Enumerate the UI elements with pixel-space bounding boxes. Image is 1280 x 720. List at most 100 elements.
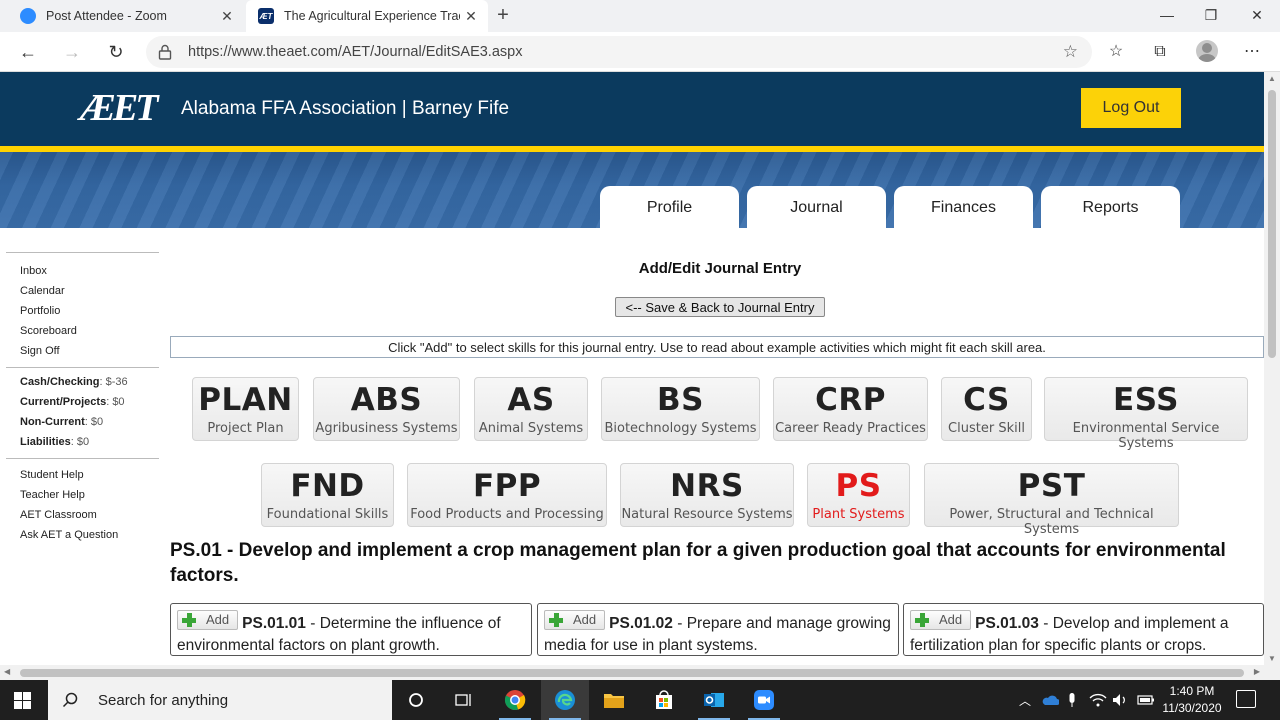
page-viewport: ÆET Alabama FFA Association | Barney Fif… (0, 72, 1264, 665)
scroll-right-icon[interactable]: ▶ (1254, 667, 1260, 676)
tab-title: The Agricultural Experience Track (284, 9, 460, 23)
skill-card: Add PS.01.02 - Prepare and manage growing… (537, 603, 899, 656)
sidebar-item-portfolio[interactable]: Portfolio (6, 301, 159, 321)
category-code: AS (507, 382, 555, 418)
aet-logo[interactable]: ÆET (80, 88, 158, 128)
category-name: Plant Systems (812, 507, 905, 522)
scroll-thumb[interactable] (1268, 90, 1276, 358)
browser-tab-zoom[interactable]: Post Attendee - Zoom ✕ (8, 0, 244, 32)
back-button[interactable]: ← (14, 38, 42, 66)
tab-reports[interactable]: Reports (1041, 186, 1180, 230)
finance-cash: Cash/Checking: $-36 (6, 372, 159, 392)
category-code: FPP (472, 468, 542, 504)
vertical-scrollbar[interactable]: ▲ ▼ (1264, 72, 1280, 665)
browser-tab-strip: Post Attendee - Zoom ✕ ÆT The Agricultur… (0, 0, 1280, 32)
add-button[interactable]: Add (177, 610, 239, 630)
category-code: ABS (350, 382, 423, 418)
cortana-icon[interactable] (392, 680, 440, 720)
collections-icon[interactable]: ⧉ (1148, 40, 1172, 64)
windows-start-icon[interactable] (14, 692, 31, 709)
chevron-up-icon[interactable]: ︿ (1016, 680, 1034, 720)
search-placeholder: Search for anything (98, 691, 229, 709)
sidebar-item-student-help[interactable]: Student Help (6, 465, 159, 485)
divider (6, 367, 159, 368)
tab-journal[interactable]: Journal (747, 186, 886, 230)
close-icon[interactable]: ✕ (216, 8, 238, 25)
add-button[interactable]: Add (544, 610, 606, 630)
file-explorer-icon[interactable] (590, 680, 638, 720)
category-abs[interactable]: ABS Agribusiness Systems (313, 377, 460, 441)
volume-icon[interactable] (1112, 680, 1130, 720)
category-code: FND (290, 468, 365, 504)
notification-icon[interactable] (1236, 690, 1256, 708)
scroll-thumb[interactable] (20, 669, 1244, 677)
divider (6, 458, 159, 459)
horizontal-scrollbar[interactable]: ◀ ▶ (0, 665, 1264, 680)
save-back-button[interactable]: <-- Save & Back to Journal Entry (615, 297, 825, 317)
logout-button[interactable]: Log Out (1081, 88, 1181, 128)
sidebar-item-ask-aet[interactable]: Ask AET a Question (6, 525, 159, 545)
category-as[interactable]: AS Animal Systems (474, 377, 588, 441)
category-plan[interactable]: PLAN Project Plan (192, 377, 299, 441)
edge-icon[interactable] (541, 680, 589, 720)
category-bs[interactable]: BS Biotechnology Systems (601, 377, 760, 441)
header-title: Alabama FFA Association | Barney Fife (181, 98, 510, 119)
scroll-up-icon[interactable]: ▲ (1268, 74, 1276, 83)
favorite-star-icon[interactable]: ☆ (1063, 42, 1078, 62)
browser-tab-aet[interactable]: ÆT The Agricultural Experience Track ✕ (246, 0, 488, 32)
category-name: Project Plan (207, 421, 284, 436)
category-name: Cluster Skill (948, 421, 1025, 436)
more-menu-icon[interactable]: ⋯ (1240, 40, 1264, 64)
category-cs[interactable]: CS Cluster Skill (941, 377, 1032, 441)
close-icon[interactable]: ✕ (460, 8, 482, 25)
category-ps[interactable]: PS Plant Systems (807, 463, 910, 527)
address-bar: ← → ↻ https://www.theaet.com/AET/Journal… (0, 32, 1280, 72)
microphone-icon[interactable] (1064, 680, 1080, 720)
tab-finances[interactable]: Finances (894, 186, 1033, 230)
store-icon[interactable] (640, 680, 688, 720)
new-tab-button[interactable]: + (492, 4, 514, 26)
skill-code: PS.01.01 (242, 615, 306, 632)
chrome-icon[interactable] (491, 680, 539, 720)
wifi-icon[interactable] (1088, 680, 1108, 720)
page-title: Add/Edit Journal Entry (638, 260, 802, 277)
sidebar-item-aet-classroom[interactable]: AET Classroom (6, 505, 159, 525)
sidebar-item-teacher-help[interactable]: Teacher Help (6, 485, 159, 505)
category-fpp[interactable]: FPP Food Products and Processing (407, 463, 607, 527)
sidebar-item-inbox[interactable]: Inbox (6, 261, 159, 281)
aet-icon: ÆT (258, 8, 274, 24)
taskbar-clock[interactable]: 1:40 PM 11/30/2020 (1154, 683, 1230, 717)
finance-value: : $0 (84, 416, 104, 428)
zoom-app-icon[interactable] (740, 680, 788, 720)
profile-avatar[interactable] (1196, 40, 1218, 62)
sidebar-item-calendar[interactable]: Calendar (6, 281, 159, 301)
taskbar-search[interactable]: Search for anything (48, 680, 392, 720)
category-ess[interactable]: ESS Environmental Service Systems (1044, 377, 1248, 451)
outlook-icon[interactable] (690, 680, 738, 720)
skill-code: PS.01.03 (975, 615, 1039, 632)
scroll-left-icon[interactable]: ◀ (4, 667, 10, 676)
forward-button[interactable]: → (58, 38, 86, 66)
restore-button[interactable]: ❐ (1188, 0, 1234, 30)
refresh-button[interactable]: ↻ (102, 38, 130, 66)
category-nrs[interactable]: NRS Natural Resource Systems (620, 463, 794, 527)
category-pst[interactable]: PST Power, Structural and Technical Syst… (924, 463, 1179, 537)
url-field[interactable]: https://www.theaet.com/AET/Journal/EditS… (146, 36, 1092, 68)
onedrive-icon[interactable] (1040, 680, 1060, 720)
task-view-icon[interactable] (440, 680, 488, 720)
finance-noncurrent: Non-Current: $0 (6, 412, 159, 432)
sidebar-item-scoreboard[interactable]: Scoreboard (6, 321, 159, 341)
tab-profile[interactable]: Profile (600, 186, 739, 230)
lock-icon (158, 44, 172, 60)
category-code: BS (657, 382, 704, 418)
scroll-down-icon[interactable]: ▼ (1268, 654, 1276, 663)
battery-icon[interactable] (1136, 680, 1156, 720)
favorites-icon[interactable]: ☆ (1104, 40, 1128, 64)
category-code: ESS (1113, 382, 1179, 418)
category-crp[interactable]: CRP Career Ready Practices (773, 377, 928, 441)
close-window-button[interactable]: ✕ (1234, 0, 1280, 30)
sidebar-item-sign-off[interactable]: Sign Off (6, 341, 159, 361)
category-fnd[interactable]: FND Foundational Skills (261, 463, 394, 527)
add-button[interactable]: Add (910, 610, 972, 630)
minimize-button[interactable]: — (1144, 0, 1190, 30)
